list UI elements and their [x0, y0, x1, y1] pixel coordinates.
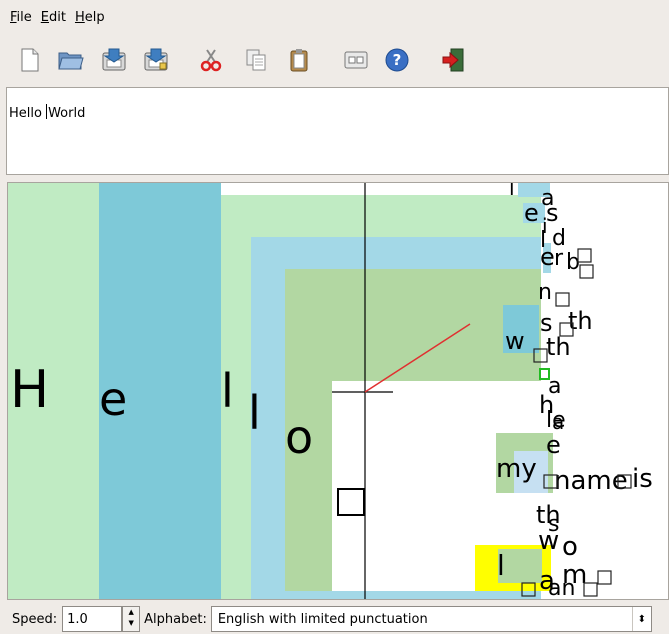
svg-text:r: r: [554, 246, 564, 271]
svg-text:le: le: [546, 408, 566, 433]
svg-text:name: name: [554, 466, 628, 496]
letter-l1: l: [221, 364, 234, 418]
paste-icon[interactable]: [285, 46, 313, 74]
speed-stepper[interactable]: ▲ ▼: [122, 606, 141, 632]
new-file-icon[interactable]: [16, 46, 44, 74]
editor-text: Hello World: [9, 104, 86, 121]
dasher-canvas[interactable]: H e l l o l a e s i d l e r b n s th w t…: [7, 182, 669, 600]
speed-input[interactable]: [62, 606, 123, 632]
speed-up-icon[interactable]: ▲: [123, 607, 139, 618]
updown-arrow-icon: ⬍: [631, 607, 651, 631]
letter-l2: l: [248, 386, 261, 440]
svg-text:w: w: [505, 327, 525, 355]
svg-text:n: n: [538, 280, 552, 305]
svg-text:th: th: [568, 307, 593, 335]
open-folder-icon[interactable]: [57, 46, 85, 74]
statusbar: Speed: ▲▼ Alphabet: English with limited…: [0, 604, 669, 634]
exit-icon[interactable]: [440, 46, 468, 74]
speed-spinner: ▲▼: [62, 606, 141, 632]
svg-text:e: e: [524, 199, 539, 227]
speed-label: Speed:: [12, 611, 58, 627]
alphabet-value: English with limited punctuation: [217, 611, 428, 627]
help-icon[interactable]: ?: [383, 46, 411, 74]
svg-text:w: w: [538, 526, 559, 556]
letter-e: e: [99, 372, 127, 426]
letter-H: H: [10, 360, 49, 420]
svg-text:o: o: [562, 532, 578, 562]
cut-icon[interactable]: [197, 46, 225, 74]
alphabet-label: Alphabet:: [144, 611, 207, 627]
svg-text:an: an: [548, 576, 575, 600]
svg-text:e: e: [546, 431, 561, 459]
letter-o: o: [285, 410, 313, 464]
svg-text:l: l: [497, 549, 505, 582]
menubar: File Edit Help: [0, 0, 669, 34]
svg-text:is: is: [632, 464, 653, 494]
svg-text:?: ?: [393, 51, 402, 69]
menu-file[interactable]: File: [0, 10, 37, 25]
svg-text:th: th: [546, 333, 571, 361]
menu-edit[interactable]: Edit: [37, 10, 71, 25]
svg-text:l: l: [509, 183, 515, 200]
menu-help[interactable]: Help: [71, 10, 110, 25]
svg-text:my: my: [496, 454, 537, 484]
dasher-zoom-view: H e l l o l a e s i d l e r b n s th w t…: [8, 183, 653, 600]
speed-down-icon[interactable]: ▼: [123, 618, 139, 629]
preferences-icon[interactable]: [342, 46, 370, 74]
svg-text:e: e: [540, 243, 555, 271]
copy-icon[interactable]: [242, 46, 270, 74]
save-as-icon[interactable]: [142, 46, 170, 74]
text-caret: [46, 104, 48, 119]
text-editor[interactable]: Hello World: [6, 87, 669, 175]
alphabet-select[interactable]: English with limited punctuation ⬍: [210, 606, 652, 632]
toolbar: ?: [0, 38, 669, 84]
save-icon[interactable]: [100, 46, 128, 74]
svg-text:s: s: [546, 199, 559, 227]
